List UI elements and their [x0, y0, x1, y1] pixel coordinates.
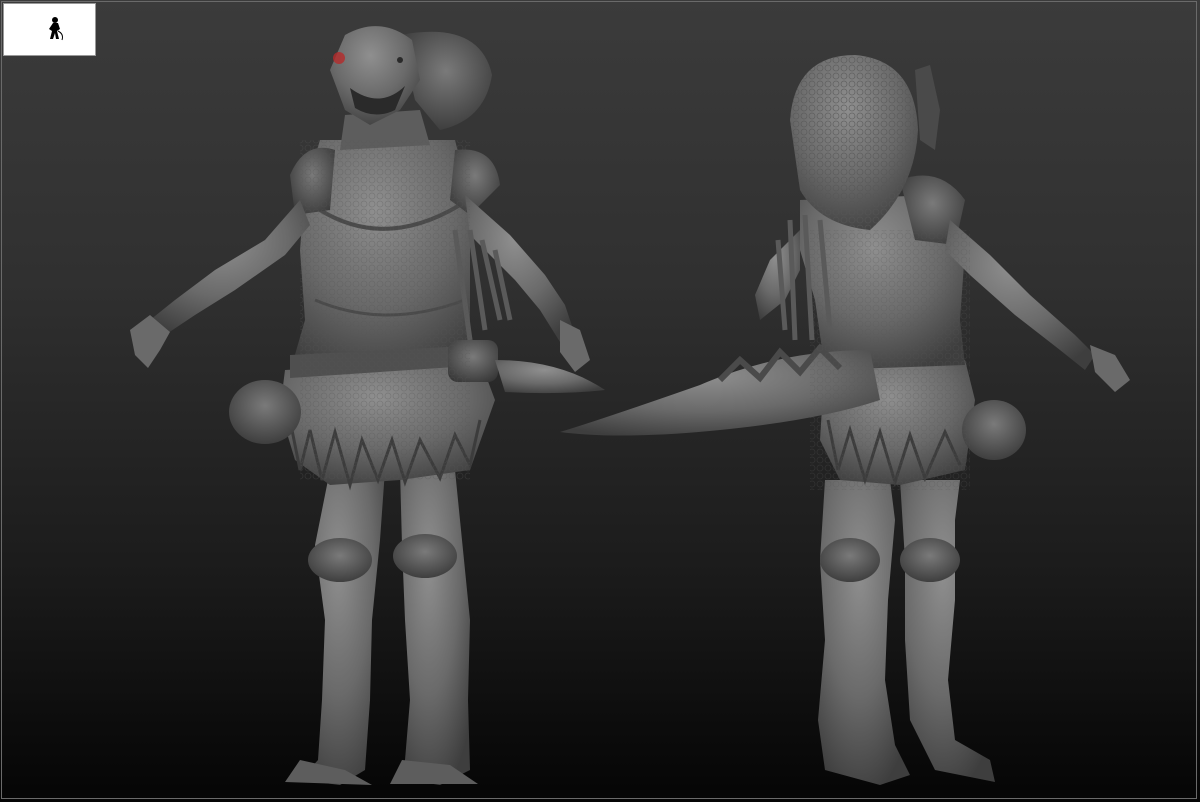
front-head-mark: [333, 52, 345, 64]
front-left-leg: [300, 470, 385, 785]
front-left-arm: [150, 200, 310, 335]
back-pouch: [962, 400, 1026, 460]
back-view-figure: [560, 55, 1130, 785]
back-left-leg: [818, 480, 910, 785]
front-right-hand: [560, 320, 590, 372]
front-left-kneepad: [308, 538, 372, 582]
front-tail: [495, 360, 605, 394]
front-view-figure: [130, 26, 605, 785]
figure-silhouette-icon: [49, 17, 63, 41]
front-right-leg: [395, 470, 470, 785]
front-left-pouch: [229, 380, 301, 444]
sculpt-canvas[interactable]: [0, 0, 1200, 802]
navigator-thumbnail[interactable]: [3, 3, 96, 56]
front-right-kneepad: [393, 534, 457, 578]
sculpt-viewport[interactable]: [0, 0, 1200, 802]
back-right-leg: [900, 480, 995, 782]
back-right-hand: [1090, 345, 1130, 392]
